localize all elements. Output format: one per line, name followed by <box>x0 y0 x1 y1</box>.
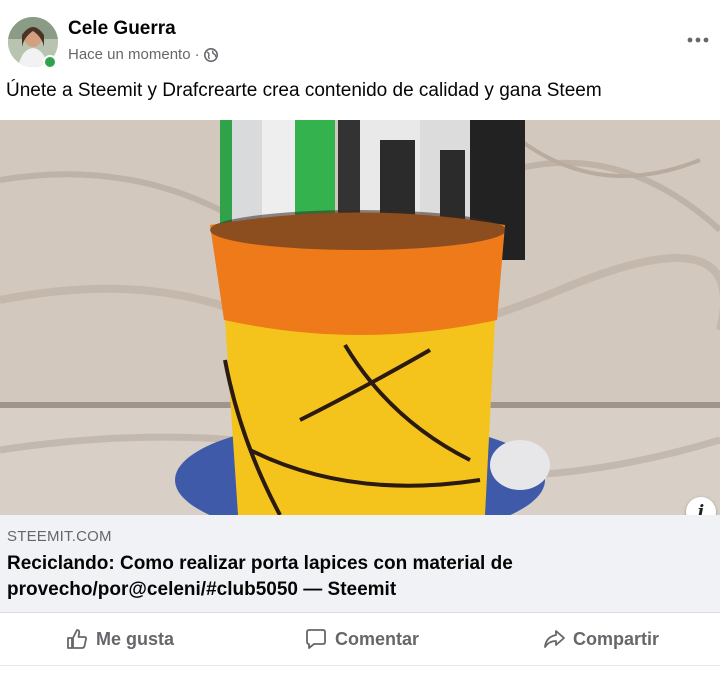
share-button[interactable]: Compartir <box>543 623 659 655</box>
thumbs-up-icon <box>67 629 87 649</box>
link-title[interactable]: Reciclando: Como realizar porta lapices … <box>7 551 707 603</box>
meta-separator: · <box>194 46 200 63</box>
share-label: Compartir <box>573 628 660 649</box>
comment-bubble-icon <box>306 629 326 649</box>
post-author[interactable]: Cele Guerra <box>68 18 176 40</box>
post-header: Cele Guerra Hace un momento · <box>0 0 720 80</box>
globe-icon[interactable] <box>203 47 218 62</box>
post-caption: Únete a Steemit y Drafcrearte crea conte… <box>6 80 602 101</box>
link-preview[interactable]: STEEMIT.COM Reciclando: Como realizar po… <box>0 515 720 613</box>
more-dots-icon <box>687 37 709 43</box>
more-options-button[interactable] <box>686 28 710 52</box>
feed-post: Cele Guerra Hace un momento · Únete a St… <box>0 0 720 680</box>
comment-button[interactable]: Comentar <box>305 623 419 655</box>
like-button[interactable]: Me gusta <box>66 623 174 655</box>
post-timestamp[interactable]: Hace un momento <box>68 46 191 63</box>
comment-label: Comentar <box>335 628 420 649</box>
share-arrow-icon <box>544 630 565 648</box>
post-meta: Hace un momento · <box>68 46 218 63</box>
link-preview-image[interactable] <box>0 120 720 515</box>
online-status-indicator <box>43 55 57 69</box>
post-action-bar: Me gusta Comentar Compartir <box>0 613 720 666</box>
like-label: Me gusta <box>96 628 175 649</box>
link-domain: STEEMIT.COM <box>7 528 112 545</box>
